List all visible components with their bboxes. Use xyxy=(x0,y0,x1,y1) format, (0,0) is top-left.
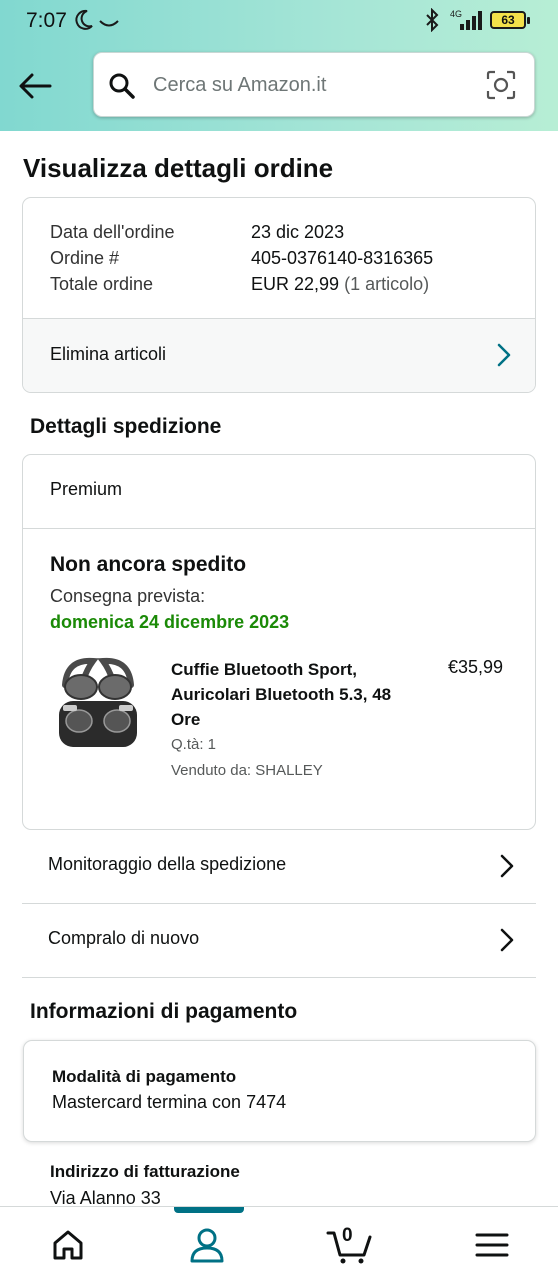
bottom-nav: 0 xyxy=(0,1206,558,1280)
nav-menu[interactable] xyxy=(472,1225,516,1265)
signal-icon: 4G xyxy=(450,8,486,38)
app-header: 7:07 4G 63 Cerca su Amazon.it xyxy=(0,0,558,131)
shipping-method: Premium xyxy=(50,479,123,499)
payment-method-card: Modalità di pagamento Mastercard termina… xyxy=(23,1040,536,1142)
order-total-label: Totale ordine xyxy=(50,274,154,294)
menu-icon xyxy=(475,1233,509,1257)
product-quantity: Q.tà: 1 xyxy=(171,736,217,753)
payment-section-title: Informazioni di pagamento xyxy=(30,1000,298,1023)
camera-search-icon[interactable] xyxy=(486,70,516,105)
order-summary-card: Data dell'ordine 23 dic 2023 Ordine # 40… xyxy=(22,197,536,393)
chevron-right-icon xyxy=(498,852,516,885)
shipment-status: Non ancora spedito xyxy=(50,553,247,576)
track-shipment-label: Monitoraggio della spedizione xyxy=(48,854,287,874)
payment-method-value: Mastercard termina con 7474 xyxy=(52,1092,287,1112)
network-label: 4G xyxy=(450,9,462,19)
status-time: 7:07 xyxy=(26,9,67,32)
product-seller: Venduto da: SHALLEY xyxy=(171,762,323,779)
search-bar[interactable]: Cerca su Amazon.it xyxy=(93,52,535,117)
bluetooth-icon xyxy=(424,7,440,38)
buy-again-label: Compralo di nuovo xyxy=(48,928,200,948)
shipping-section-title: Dettagli spedizione xyxy=(30,415,222,438)
search-icon xyxy=(108,72,136,105)
product-title-link[interactable]: Cuffie Bluetooth Sport, Auricolari Bluet… xyxy=(171,657,411,732)
home-icon xyxy=(53,1230,83,1260)
order-total-amount: EUR 22,99 xyxy=(251,274,340,294)
divider xyxy=(23,528,535,529)
delete-items-row[interactable]: Elimina articoli xyxy=(23,318,535,392)
nav-home[interactable] xyxy=(48,1225,92,1265)
product-image[interactable] xyxy=(53,655,143,755)
nav-cart[interactable]: 0 xyxy=(326,1225,374,1265)
payment-method-label: Modalità di pagamento xyxy=(52,1067,237,1086)
shipment-card: Premium Non ancora spedito Consegna prev… xyxy=(22,454,536,830)
status-bar: 7:07 4G 63 xyxy=(0,0,558,44)
expected-delivery-date: domenica 24 dicembre 2023 xyxy=(50,612,290,632)
buy-again-row[interactable]: Compralo di nuovo xyxy=(22,904,536,978)
page-title: Visualizza dettagli ordine xyxy=(23,153,334,183)
order-total-value: EUR 22,99 (1 articolo) xyxy=(251,274,429,295)
back-button[interactable] xyxy=(16,66,56,106)
search-input[interactable]: Cerca su Amazon.it xyxy=(153,74,326,97)
arrow-left-icon xyxy=(19,73,52,99)
nav-account[interactable] xyxy=(187,1225,231,1265)
account-icon xyxy=(190,1228,224,1263)
chevron-right-icon xyxy=(495,341,513,374)
order-date-value: 23 dic 2023 xyxy=(251,222,345,242)
chevron-right-icon xyxy=(498,926,516,959)
delete-items-label: Elimina articoli xyxy=(50,344,167,364)
expected-delivery-label: Consegna prevista: xyxy=(50,586,206,606)
battery-indicator: 63 xyxy=(490,11,530,29)
order-number-value: 405-0376140-8316365 xyxy=(251,248,434,268)
active-tab-indicator xyxy=(174,1207,244,1213)
moon-icon xyxy=(74,9,94,37)
notification-icon xyxy=(98,12,120,36)
billing-address-label: Indirizzo di fatturazione xyxy=(50,1162,240,1181)
cart-count: 0 xyxy=(342,1225,353,1246)
order-date-label: Data dell'ordine xyxy=(50,222,175,242)
product-price: €35,99 xyxy=(448,657,504,677)
order-number-label: Ordine # xyxy=(50,248,120,268)
track-shipment-row[interactable]: Monitoraggio della spedizione xyxy=(22,830,536,904)
order-item-count: (1 articolo) xyxy=(344,274,430,294)
